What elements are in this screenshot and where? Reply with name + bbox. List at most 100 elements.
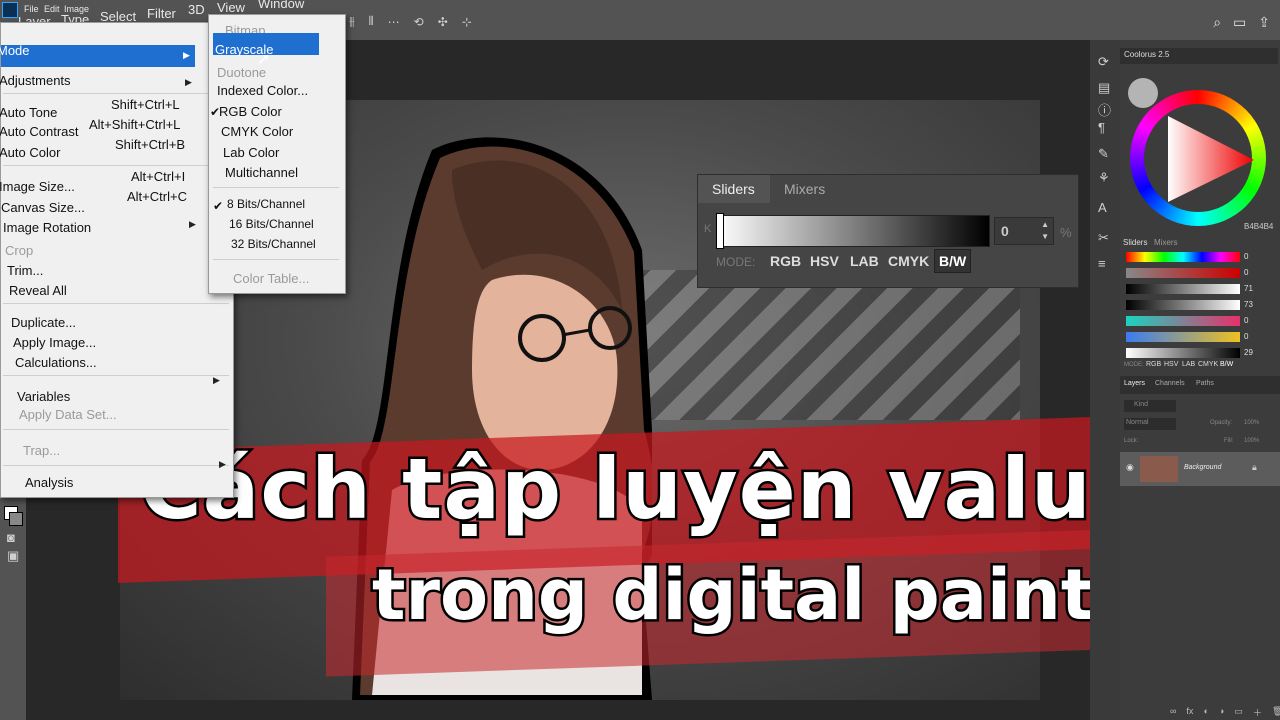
a-slider[interactable] <box>1126 316 1240 326</box>
scale-3d-icon[interactable]: ⊹ <box>462 15 472 29</box>
slider-value-7[interactable]: 29 <box>1244 348 1253 357</box>
black-slider-track[interactable] <box>716 215 990 247</box>
visibility-eye-icon[interactable]: ◉ <box>1126 462 1134 473</box>
mode-item-color-table[interactable]: Color Table... <box>233 271 309 286</box>
b-slider[interactable] <box>1126 332 1240 342</box>
menu-item-auto-contrast[interactable]: Auto Contrast <box>0 124 79 139</box>
mode-item-indexed[interactable]: Indexed Color... <box>217 83 308 98</box>
layer-filter[interactable]: Kind <box>1124 400 1176 412</box>
menu-item-adjustments[interactable]: Adjustments <box>0 73 71 88</box>
fx-icon[interactable]: fx <box>1186 706 1193 719</box>
quick-mask-icon[interactable]: ◙ <box>7 530 15 545</box>
history-icon[interactable]: ⟳ <box>1098 54 1109 70</box>
coolorus-mode-rgb[interactable]: RGB <box>1146 361 1161 368</box>
character-icon[interactable]: A <box>1098 200 1107 215</box>
mask-icon[interactable]: ◐ <box>1203 706 1208 719</box>
current-color-swatch[interactable] <box>1128 78 1158 108</box>
slider-value-2[interactable]: 0 <box>1244 268 1248 277</box>
mode-item-16bit[interactable]: 16 Bits/Channel <box>229 217 314 231</box>
fill-value[interactable]: 100% <box>1244 438 1259 444</box>
delete-icon[interactable]: 🗑︎ <box>1272 706 1280 719</box>
k-value-field[interactable]: 0 ▲ ▼ <box>994 217 1054 245</box>
brightness-slider[interactable] <box>1126 284 1240 294</box>
menu-item-trap[interactable]: Trap... <box>23 443 60 458</box>
layer-row[interactable]: ◉ Background 🔒︎ <box>1120 452 1280 486</box>
menu-view[interactable]: View <box>217 0 245 15</box>
link-icon[interactable]: ∞ <box>1170 706 1176 719</box>
coolorus-mode-hsv[interactable]: HSV <box>1164 361 1178 368</box>
tab-paths[interactable]: Paths <box>1196 380 1214 387</box>
distribute-icon[interactable]: ⋯ <box>388 15 400 29</box>
menu-item-image-rotation[interactable]: Image Rotation <box>3 220 91 235</box>
menu-item-duplicate[interactable]: Duplicate... <box>11 315 76 330</box>
menu-item-calculations[interactable]: Calculations... <box>15 355 97 370</box>
stepper-down-icon[interactable]: ▼ <box>1041 232 1049 241</box>
move-3d-icon[interactable]: ✣ <box>438 15 448 29</box>
adjustment-layer-icon[interactable]: ◑ <box>1219 706 1224 719</box>
mode-hsv[interactable]: HSV <box>810 253 839 269</box>
menu-item-auto-tone[interactable]: Auto Tone <box>0 105 57 120</box>
mode-item-lab[interactable]: Lab Color <box>223 145 279 160</box>
brush-icon[interactable]: ✎ <box>1098 146 1109 162</box>
mode-rgb[interactable]: RGB <box>770 253 801 269</box>
menu-item-apply-image[interactable]: Apply Image... <box>13 335 96 350</box>
hue-slider[interactable] <box>1126 252 1240 262</box>
menu-item-canvas-size[interactable]: Canvas Size... <box>1 200 85 215</box>
slider-value-1[interactable]: 0 <box>1244 252 1248 261</box>
coolorus-tab-mixers[interactable]: Mixers <box>1154 238 1178 247</box>
new-layer-icon[interactable]: ＋ <box>1253 706 1262 719</box>
mode-item-multichannel[interactable]: Multichannel <box>225 165 298 180</box>
menu-item-image-size[interactable]: Image Size... <box>0 179 75 194</box>
search-icon[interactable]: ⌕ <box>1213 14 1221 31</box>
mode-bw[interactable]: B/W <box>934 249 972 273</box>
slider-value-6[interactable]: 0 <box>1244 332 1248 341</box>
adjustments-icon[interactable]: ≡ <box>1098 256 1106 271</box>
mode-item-32bit[interactable]: 32 Bits/Channel <box>231 237 316 251</box>
rotate-3d-icon[interactable]: ⟲ <box>414 15 424 29</box>
coolorus-mode-cmyk[interactable]: CMYK <box>1198 361 1218 368</box>
value-slider[interactable] <box>1126 300 1240 310</box>
mode-item-duotone[interactable]: Duotone <box>217 65 266 80</box>
paragraph-icon[interactable]: ¶ <box>1098 120 1105 135</box>
tab-layers[interactable]: Layers <box>1124 380 1145 387</box>
color-triangle[interactable] <box>1160 114 1256 204</box>
workspace-icon[interactable]: ▭ <box>1233 14 1246 31</box>
share-icon[interactable]: ⇪ <box>1258 14 1270 31</box>
align-center-icon[interactable]: ⫵ <box>349 14 355 29</box>
menu-filter[interactable]: Filter <box>147 6 176 21</box>
black-slider-handle[interactable] <box>716 213 724 249</box>
menu-item-apply-data-set[interactable]: Apply Data Set... <box>19 407 117 422</box>
opacity-value[interactable]: 100% <box>1244 420 1259 426</box>
tools-icon[interactable]: ✂ <box>1098 230 1109 246</box>
mode-cmyk[interactable]: CMYK <box>888 253 929 269</box>
menu-file[interactable]: File <box>24 4 39 14</box>
menu-window[interactable]: Window <box>258 0 304 11</box>
slider-value-5[interactable]: 0 <box>1244 316 1248 325</box>
menu-3d[interactable]: 3D <box>188 2 205 17</box>
coolorus-mode-bw[interactable]: B/W <box>1220 361 1233 368</box>
mode-lab[interactable]: LAB <box>850 253 879 269</box>
properties-icon[interactable]: ▤ <box>1098 80 1110 96</box>
mode-item-cmyk[interactable]: CMYK Color <box>221 124 293 139</box>
menu-item-trim[interactable]: Trim... <box>7 263 43 278</box>
screen-mode-icon[interactable]: ▣ <box>7 548 19 564</box>
slider-value-4[interactable]: 73 <box>1244 300 1253 309</box>
menu-item-reveal-all[interactable]: Reveal All <box>9 283 67 298</box>
tab-channels[interactable]: Channels <box>1155 380 1185 387</box>
background-color-swatch[interactable] <box>9 512 23 526</box>
mode-item-rgb[interactable]: RGB Color <box>219 104 282 119</box>
blend-mode-select[interactable]: Normal <box>1124 418 1176 430</box>
menu-item-crop[interactable]: Crop <box>5 243 33 258</box>
group-icon[interactable]: ▭ <box>1234 706 1243 719</box>
menu-item-mode[interactable]: Mode <box>0 43 30 58</box>
brush-settings-icon[interactable]: ⚘ <box>1098 170 1110 186</box>
align-right-icon[interactable]: ⫴ <box>369 14 374 29</box>
hex-value[interactable]: B4B4B4 <box>1244 222 1273 231</box>
tab-sliders[interactable]: Sliders <box>712 181 755 197</box>
k-slider-mini[interactable] <box>1126 348 1240 358</box>
menu-item-auto-color[interactable]: Auto Color <box>0 145 60 160</box>
menu-item-variables[interactable]: Variables <box>17 389 70 404</box>
menu-edit[interactable]: Edit <box>44 4 60 14</box>
menu-item-analysis[interactable]: Analysis <box>25 475 73 490</box>
saturation-slider[interactable] <box>1126 268 1240 278</box>
